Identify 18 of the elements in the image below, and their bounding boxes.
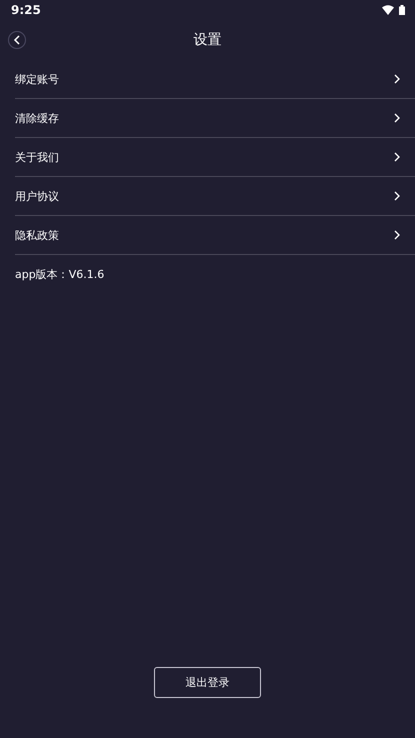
menu-item[interactable]: 关于我们 xyxy=(15,138,415,177)
back-button[interactable] xyxy=(8,31,26,49)
status-time: 9:25 xyxy=(11,3,41,17)
back-icon xyxy=(13,35,21,45)
menu-item[interactable]: 隐私政策 xyxy=(15,216,415,255)
menu-item[interactable]: 清除缓存 xyxy=(15,99,415,138)
menu-item[interactable]: 用户协议 xyxy=(15,177,415,216)
chevron-icon xyxy=(394,74,400,84)
logout-button[interactable]: 退出登录 xyxy=(154,667,261,698)
chevron-icon xyxy=(394,230,400,240)
chevron-icon xyxy=(394,191,400,201)
battery-icon xyxy=(399,5,405,15)
chevron-icon xyxy=(394,113,400,123)
wifi-icon xyxy=(382,5,394,15)
page-title: 设置 xyxy=(194,31,222,49)
version-text: app版本：V6.1.6 xyxy=(15,267,106,282)
chevron-icon xyxy=(394,152,400,162)
menu-item[interactable]: 绑定账号 xyxy=(15,60,415,99)
